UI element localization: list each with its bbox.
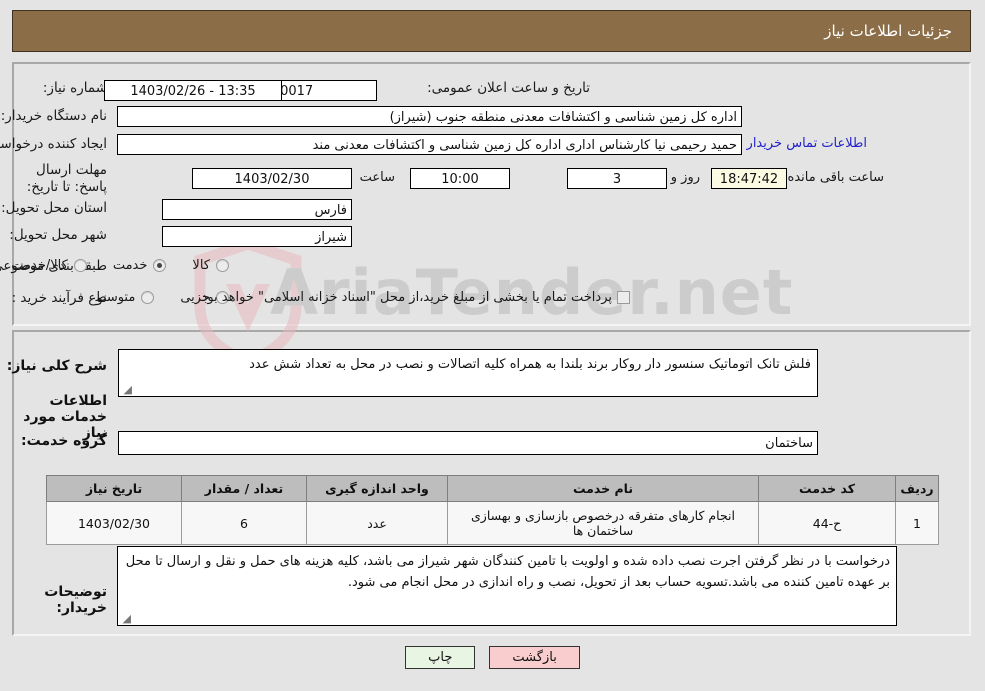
deadline-row: مهلت ارسال پاسخ: تا تاریخ: [15,162,107,196]
province-row: استان محل تحویل: [1,200,107,217]
announce-date-value: 13:35 - 1403/02/26 [104,80,282,101]
cell-code: ح-44 [758,501,896,545]
creator-value: حمید رحیمی نیا کارشناس اداری اداره کل زم… [117,134,742,155]
page-title-bar: جزئیات اطلاعات نیاز [12,10,971,52]
treasury-checkbox-label: پرداخت تمام یا بخشی از مبلغ خرید،از محل … [197,290,612,305]
days-label: روز و [670,170,700,185]
announce-date-label: تاریخ و ساعت اعلان عمومی: [427,80,590,96]
radio-khedmat-icon[interactable] [153,259,167,272]
notes-value: درخواست با در نظر گرفتن اجرت نصب داده شد… [125,554,890,590]
th-qty: تعداد / مقدار [181,475,307,502]
buyer-org-label: نام دستگاه خریدار: [0,108,107,124]
cell-index: 1 [895,501,939,545]
cell-unit: عدد [306,501,448,545]
services-table: ردیف کد خدمت نام خدمت واحد اندازه گیری ت… [46,475,939,545]
table-row: 1 ح-44 انجام کارهای متفرقه درخصوص بازساز… [46,501,939,545]
notes-label: توضیحات خریدار: [44,584,107,616]
process-option-motevaset[interactable]: متوسط [94,290,155,305]
th-date: تاریخ نیاز [46,475,182,502]
summary-value: فلش تانک اتوماتیک سنسور دار روکار برند ب… [249,357,811,372]
service-group-value[interactable]: ساختمان [118,431,818,455]
cell-date: 1403/02/30 [46,501,182,545]
radio-motevaset-icon[interactable] [141,291,155,304]
category-option-kala-khedmat[interactable]: کالا/خدمت [11,258,87,273]
province-value: فارس [162,199,352,220]
buyer-org-row: نام دستگاه خریدار: [1,108,107,125]
category-option-kala-khedmat-label: کالا/خدمت [11,258,68,273]
need-number-label: شماره نیاز: [42,80,107,96]
cell-name: انجام کارهای متفرقه درخصوص بازسازی و بهس… [447,501,759,545]
need-info-panel [12,62,971,326]
action-buttons: بازگشت چاپ [0,646,985,669]
radio-kala-icon[interactable] [216,259,229,272]
table-header-row: ردیف کد خدمت نام خدمت واحد اندازه گیری ت… [46,475,939,502]
category-options: کالا خدمت کالا/خدمت [0,258,229,273]
treasury-checkbox-row[interactable]: پرداخت تمام یا بخشی از مبلغ خرید،از محل … [192,290,630,305]
th-unit: واحد اندازه گیری [306,475,448,502]
creator-row: ایجاد کننده درخواست: [0,136,107,153]
page-title: جزئیات اطلاعات نیاز [824,22,952,40]
category-option-kala-label: کالا [192,258,210,273]
process-option-motevaset-label: متوسط [94,290,136,305]
summary-label: شرح کلی نیاز: [6,358,107,374]
countdown-label: ساعت باقی مانده [787,170,884,185]
th-name: نام خدمت [447,475,759,502]
deadline-hour-value: 10:00 [410,168,510,189]
notes-resize-grip-icon[interactable]: ◢ [121,613,131,624]
summary-textarea[interactable]: فلش تانک اتوماتیک سنسور دار روکار برند ب… [118,349,818,397]
category-option-kala[interactable]: کالا [192,258,229,273]
resize-grip-icon[interactable]: ◢ [122,384,132,395]
category-option-khedmat-label: خدمت [112,258,148,273]
service-group-label: گروه خدمت: [21,433,107,449]
category-option-khedmat[interactable]: خدمت [113,258,167,273]
city-label: شهر محل تحویل: [9,227,107,243]
th-index: ردیف [895,475,939,502]
page-root: جزئیات اطلاعات نیاز AriaTender.net شماره… [0,0,985,691]
notes-textarea[interactable]: درخواست با در نظر گرفتن اجرت نصب داده شد… [117,546,897,626]
radio-kala-khedmat-icon[interactable] [73,259,87,272]
city-row: شهر محل تحویل: [9,227,107,244]
city-value: شیراز [162,226,352,247]
buyer-org-value: اداره کل زمین شناسی و اکتشافات معدنی منط… [117,106,742,127]
treasury-checkbox-icon[interactable] [617,291,630,304]
th-code: کد خدمت [758,475,896,502]
print-button[interactable]: چاپ [405,646,476,669]
buyer-contact-link[interactable]: اطلاعات تماس خریدار [747,136,867,151]
countdown-value: 18:47:42 [711,168,787,189]
creator-label: ایجاد کننده درخواست: [0,136,107,152]
deadline-hour-label: ساعت [359,170,395,185]
deadline-label: مهلت ارسال پاسخ: تا تاریخ: [26,162,107,195]
back-button[interactable]: بازگشت [489,646,580,669]
need-number-row: شماره نیاز: [43,80,107,97]
deadline-date-value: 1403/02/30 [192,168,352,189]
days-remaining-value: 3 [567,168,667,189]
cell-quantity: 6 [181,501,307,545]
announce-date-row: تاریخ و ساعت اعلان عمومی: [427,80,590,97]
province-label: استان محل تحویل: [1,200,107,216]
